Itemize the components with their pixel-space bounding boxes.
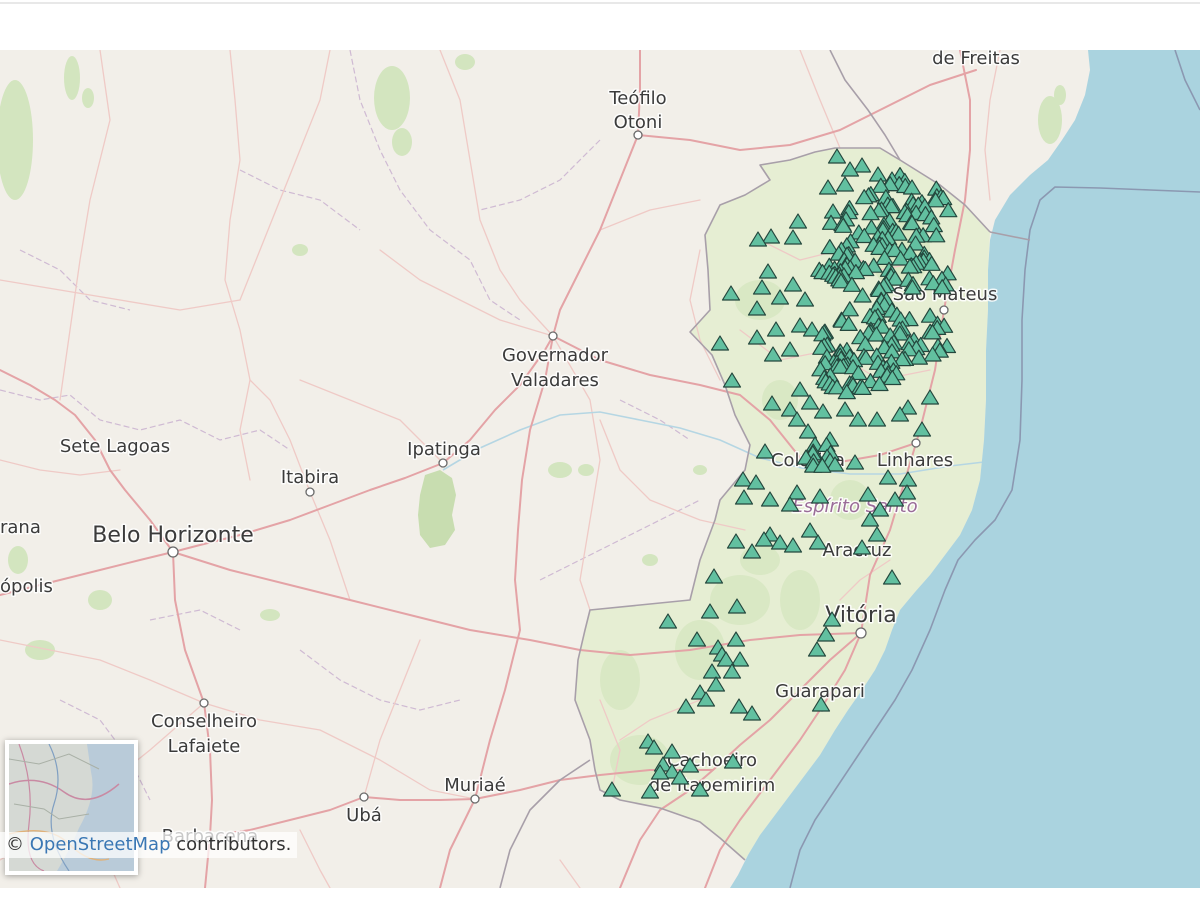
page-top-rule xyxy=(0,2,1200,4)
label-teofilo-otoni-1: Teófilo xyxy=(608,88,666,109)
vegetation-patch xyxy=(600,650,640,710)
label-conselheiro-lafaiete-2: Lafaiete xyxy=(168,736,241,757)
forest-patch xyxy=(88,590,112,610)
city-dot-conselheiro-lafaiete xyxy=(199,698,209,708)
label-itabira: Itabira xyxy=(281,467,339,488)
forest-patch xyxy=(455,54,475,70)
state-park-area xyxy=(418,470,456,548)
city-dot-linhares xyxy=(911,438,921,448)
forest-patch xyxy=(260,609,280,621)
forest-patch xyxy=(642,554,658,566)
forest-patch xyxy=(82,88,94,108)
attribution-suffix: contributors. xyxy=(170,834,292,855)
forest-patch xyxy=(693,465,707,475)
label-cachoeiro-1: Cachoeiro xyxy=(667,750,757,771)
city-dot-belo-horizonte xyxy=(167,546,179,558)
label-governador-valadares-1: Governador xyxy=(502,345,609,366)
city-dot-uba xyxy=(359,792,369,802)
forest-patch xyxy=(392,128,412,156)
openstreetmap-link[interactable]: OpenStreetMap xyxy=(30,834,171,855)
label-de-freitas: de Freitas xyxy=(932,50,1020,69)
label-ipatinga: Ipatinga xyxy=(407,439,481,460)
forest-patch xyxy=(292,244,308,256)
label-opolis: ópolis xyxy=(0,576,53,597)
city-dot-governador-valadares xyxy=(548,331,558,341)
attribution: © OpenStreetMap contributors. xyxy=(0,832,298,858)
label-linhares: Linhares xyxy=(877,450,953,471)
label-teofilo-otoni-2: Otoni xyxy=(614,112,663,133)
label-sete-lagoas: Sete Lagoas xyxy=(60,436,170,457)
forest-patch xyxy=(8,546,28,574)
label-belo-horizonte: Belo Horizonte xyxy=(92,523,253,548)
label-rana: rana xyxy=(0,517,41,538)
city-dot-ipatinga xyxy=(438,458,448,468)
forest-patch xyxy=(374,66,410,130)
forest-patch xyxy=(1054,85,1066,105)
city-dot-muriae xyxy=(470,794,480,804)
map-view[interactable]: de Freitas Teófilo Otoni Governador Vala… xyxy=(0,50,1200,888)
city-dot-itabira xyxy=(305,487,315,497)
attribution-prefix: © xyxy=(6,834,30,855)
vegetation-patch xyxy=(780,570,820,630)
forest-patch xyxy=(578,464,594,476)
city-dot-vitoria xyxy=(855,627,867,639)
label-governador-valadares-2: Valadares xyxy=(511,370,599,391)
label-uba: Ubá xyxy=(346,805,382,826)
city-dot-sao-mateus xyxy=(939,305,949,315)
label-muriae: Muriaé xyxy=(444,775,505,796)
forest-patch xyxy=(548,462,572,478)
forest-patch xyxy=(64,56,80,100)
map-canvas[interactable]: de Freitas Teófilo Otoni Governador Vala… xyxy=(0,50,1200,888)
label-conselheiro-lafaiete-1: Conselheiro xyxy=(151,711,257,732)
